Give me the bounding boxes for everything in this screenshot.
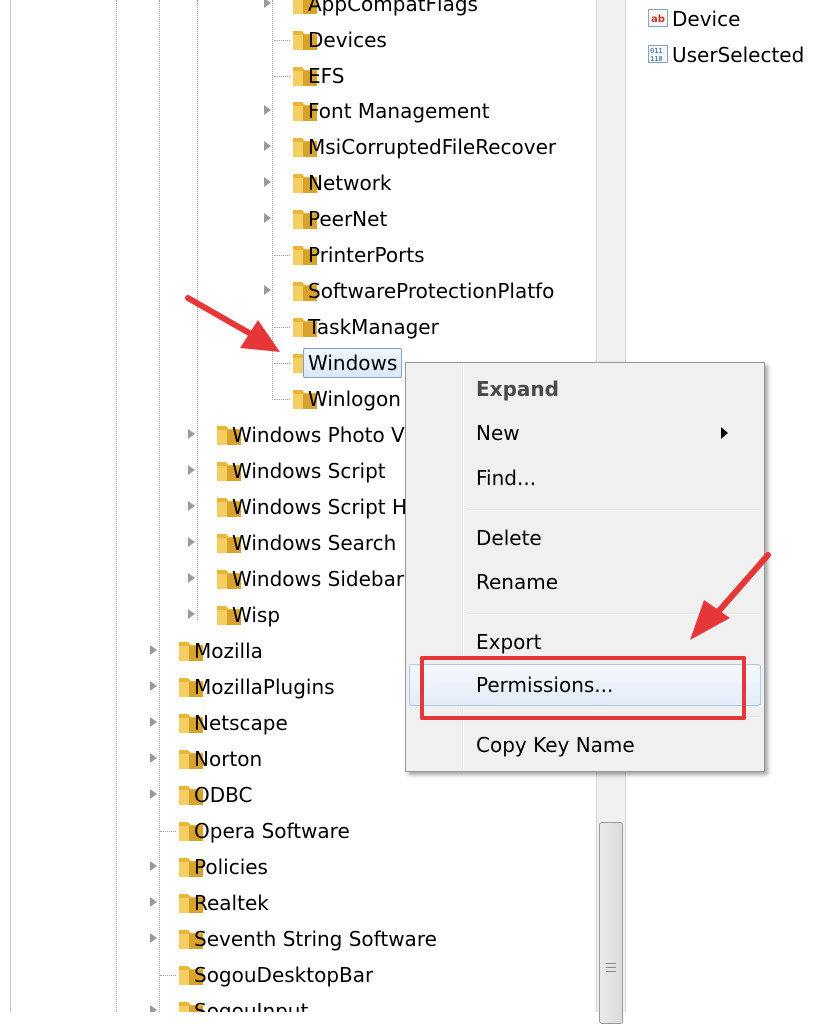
arrow-to-permissions xyxy=(690,552,771,640)
arrow-to-windows-key xyxy=(185,295,280,352)
annotation-arrows xyxy=(185,295,771,640)
